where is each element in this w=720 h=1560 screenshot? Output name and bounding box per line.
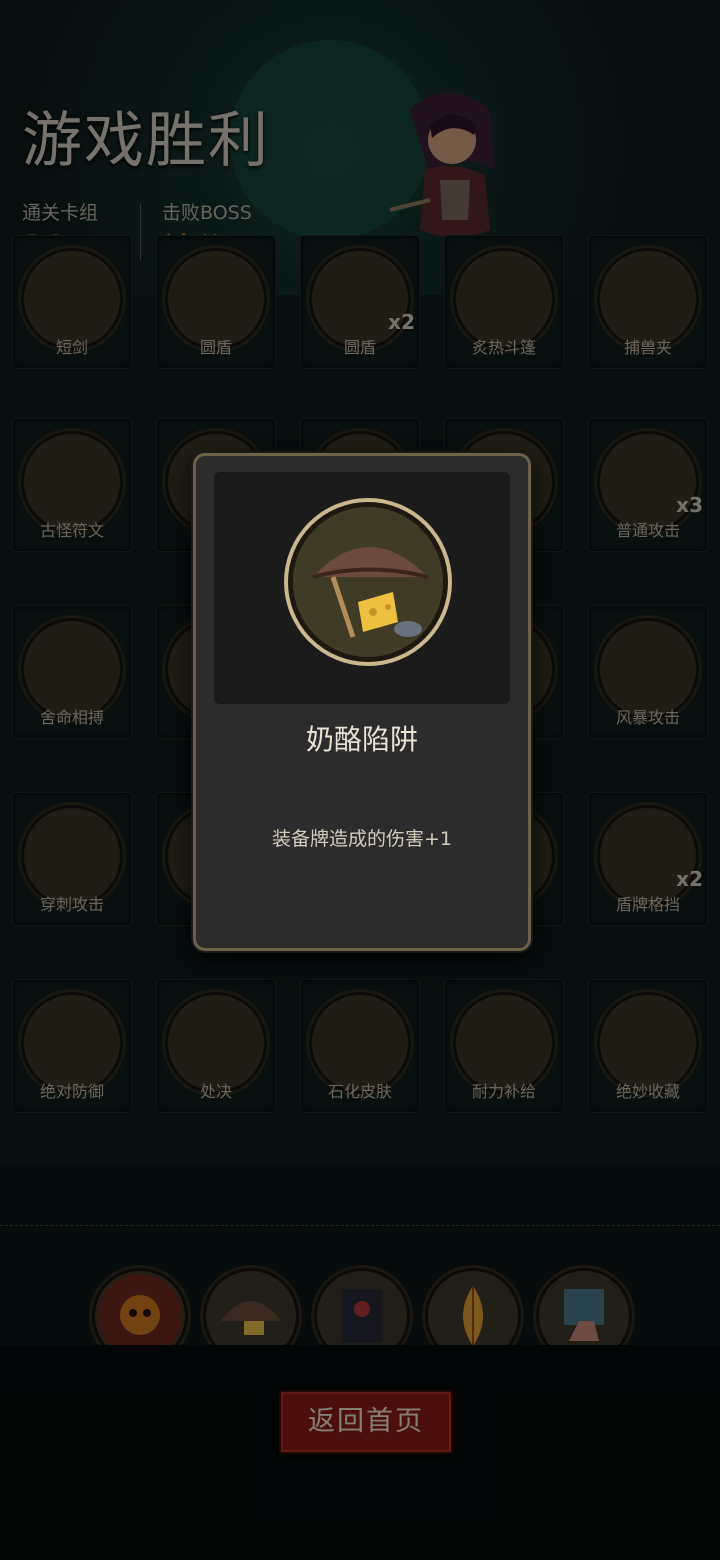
card-art-panel [214, 472, 510, 704]
card-name: 奶酪陷阱 [305, 723, 418, 756]
card-detail-modal: 奶酪陷阱 装备牌造成的伤害+1 [193, 453, 531, 951]
cheese-trap-icon [288, 502, 448, 662]
card-description: 装备牌造成的伤害+1 [271, 828, 452, 850]
